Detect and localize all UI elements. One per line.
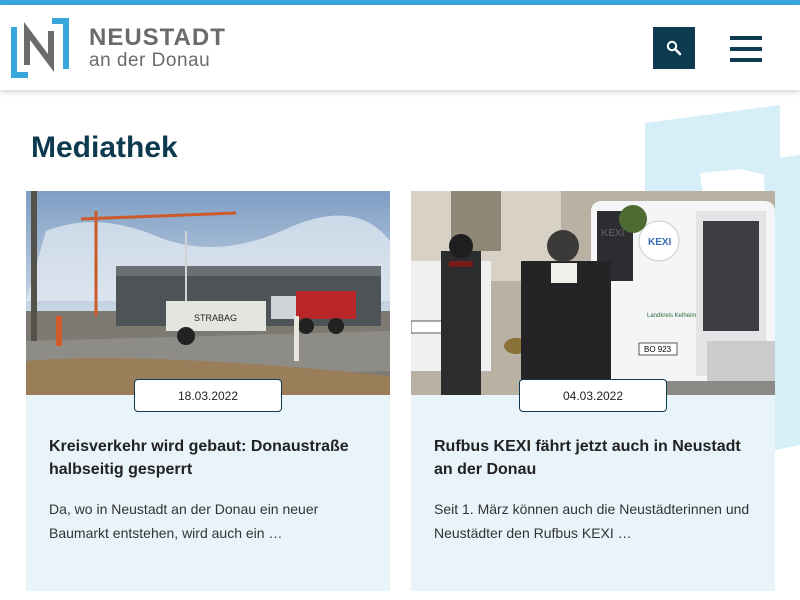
card-excerpt: Da, wo in Neustadt an der Donau ein neue… bbox=[49, 501, 319, 541]
page-title: Mediathek bbox=[31, 131, 178, 164]
landkreis-logo: Landkreis Kelheim bbox=[647, 313, 696, 319]
date-badge: 18.03.2022 bbox=[134, 379, 282, 412]
brand-name: NEUSTADT bbox=[89, 24, 226, 51]
neustadt-logo-icon[interactable] bbox=[10, 17, 70, 79]
strabag-truck-label: STRABAG bbox=[194, 313, 237, 323]
site-header: NEUSTADT an der Donau bbox=[0, 5, 800, 90]
menu-button[interactable] bbox=[730, 36, 764, 62]
date-badge: 04.03.2022 bbox=[519, 379, 667, 412]
search-button[interactable] bbox=[653, 27, 695, 69]
brand-wordmark[interactable]: NEUSTADT an der Donau bbox=[89, 25, 226, 71]
card-title[interactable]: Rufbus KEXI fährt jetzt auch in Neustadt… bbox=[434, 435, 754, 481]
kexi-window-label: KEXI bbox=[601, 228, 625, 239]
construction-site-photo[interactable]: STRABAG bbox=[26, 191, 390, 395]
hamburger-menu-icon bbox=[730, 36, 762, 40]
media-card[interactable]: KEXI KEXI Landkreis Kelheim BO 923 04.03… bbox=[411, 191, 775, 591]
kexi-bus-blessing-photo[interactable]: KEXI KEXI Landkreis Kelheim BO 923 bbox=[411, 191, 775, 395]
license-plate: BO 923 bbox=[644, 345, 672, 354]
media-card[interactable]: STRABAG 18.03.2022 Kreisverkehr wird geb… bbox=[26, 191, 390, 591]
search-icon bbox=[666, 40, 682, 56]
card-title[interactable]: Kreisverkehr wird gebaut: Donaustraße ha… bbox=[49, 435, 369, 481]
card-excerpt: Seit 1. März können auch die Neustädteri… bbox=[434, 501, 750, 541]
brand-subtitle: an der Donau bbox=[89, 50, 211, 71]
kexi-van-logo: KEXI bbox=[648, 237, 672, 248]
